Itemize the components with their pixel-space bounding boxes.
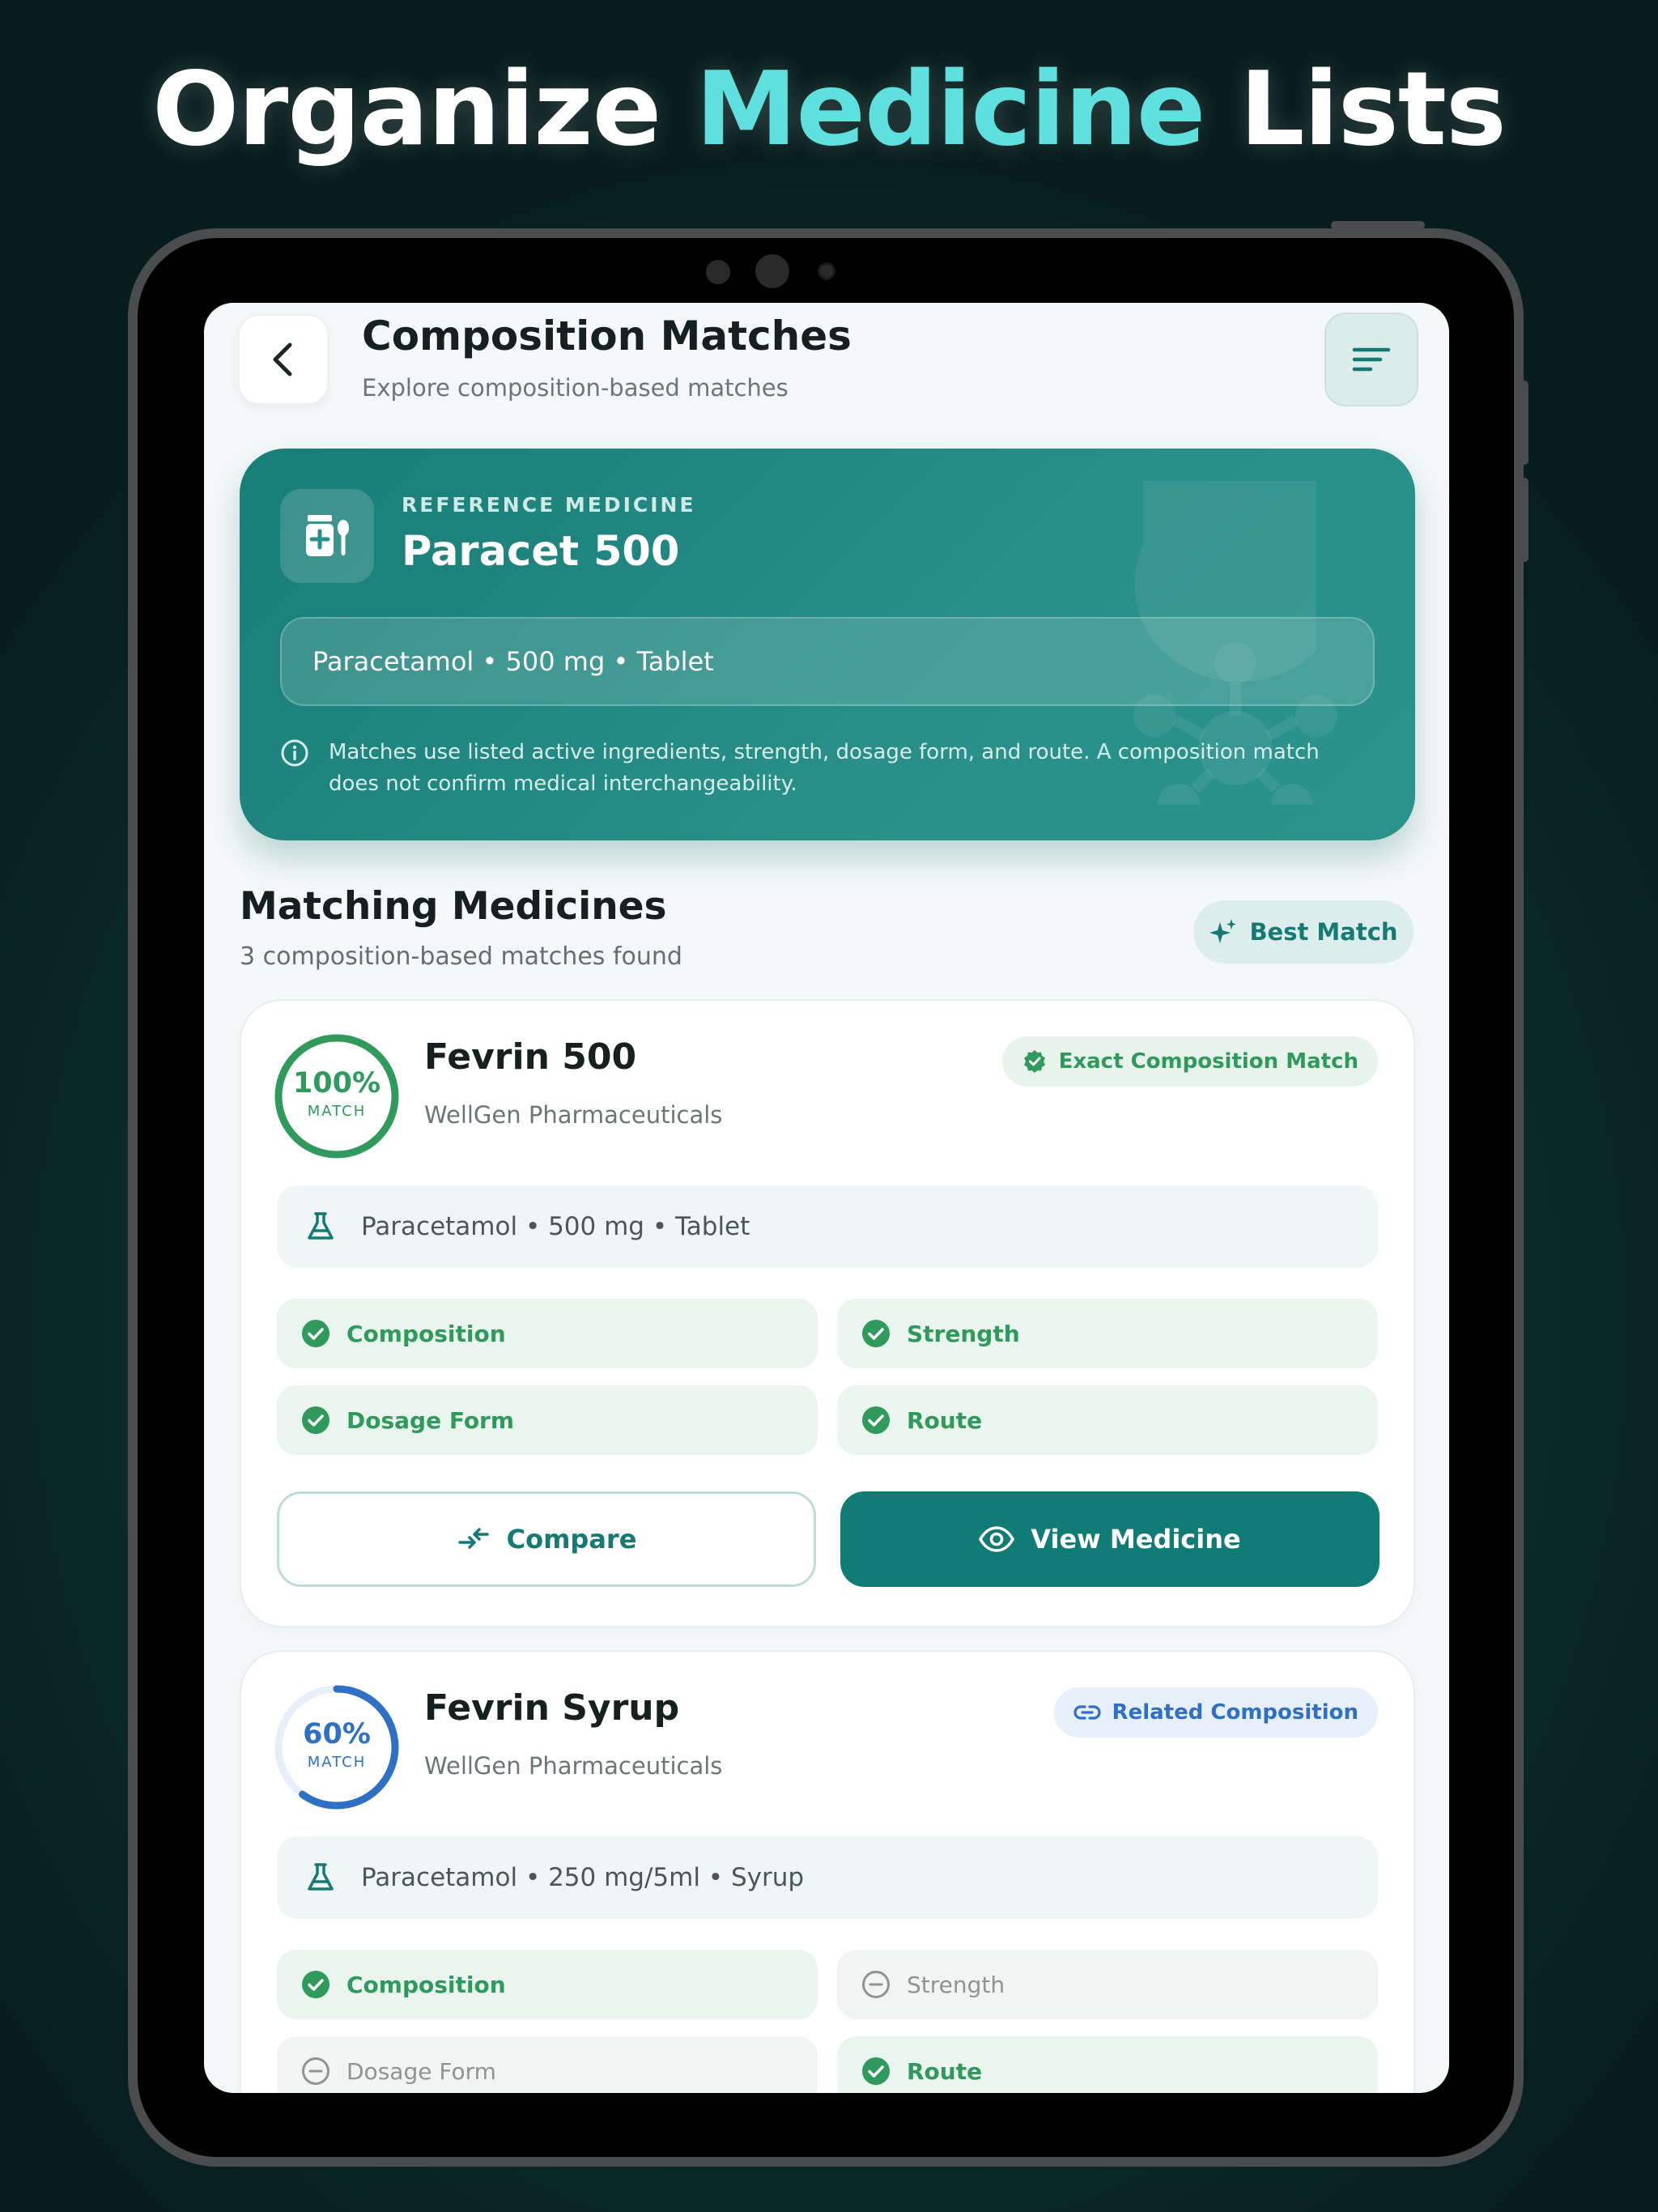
reference-label: REFERENCE MEDICINE [402,493,696,517]
filter-button[interactable] [1324,313,1418,406]
flask-icon [308,1212,334,1240]
verified-badge-icon [1023,1050,1045,1073]
power-button [1331,221,1425,229]
criteria-chip: Strength [837,1299,1378,1368]
criteria-chip: Dosage Form [277,1385,818,1455]
medicine-manufacturer: WellGen Pharmaceuticals [424,1752,723,1780]
reference-composition: Paracetamol • 500 mg • Tablet [280,617,1375,706]
composition-text: Paracetamol • 250 mg/5ml • Syrup [361,1863,805,1892]
criteria-chip: Dosage Form [277,2036,818,2093]
match-percent: 100% [292,1067,381,1100]
criteria-chip: Route [837,1385,1378,1455]
check-circle-icon [302,1320,329,1347]
filter-lines-icon [1352,347,1391,372]
match-card: 60% MATCH Fevrin Syrup WellGen Pharmaceu… [240,1650,1415,2093]
criteria-chip: Route [837,2036,1378,2093]
info-icon [281,739,308,767]
composition-row: Paracetamol • 500 mg • Tablet [277,1185,1378,1268]
match-card: 100% MATCH Fevrin 500 WellGen Pharmaceut… [240,999,1415,1627]
medicine-manufacturer: WellGen Pharmaceuticals [424,1101,723,1129]
criteria-label: Composition [346,1320,506,1347]
criteria-label: Strength [907,1320,1020,1347]
check-circle-icon [302,1971,329,1998]
volume-down-button [1520,478,1528,562]
badge-label: Exact Composition Match [1058,1049,1358,1074]
check-circle-icon [302,1406,329,1434]
back-button[interactable] [238,314,329,405]
medicine-bottle-icon [306,515,349,556]
compare-button[interactable]: Compare [277,1491,816,1587]
composition-text: Paracetamol • 500 mg • Tablet [361,1212,750,1241]
medicine-name: Fevrin 500 [424,1036,637,1078]
match-percent: 60% [303,1718,371,1750]
related-composition-badge: Related Composition [1053,1687,1378,1738]
match-percent-label: MATCH [307,1103,367,1120]
volume-up-button [1520,381,1528,465]
sparkle-icon [1209,919,1237,943]
criteria-label: Dosage Form [346,2057,496,2085]
compare-label: Compare [506,1524,637,1555]
link-icon [1073,1705,1101,1720]
composition-row: Paracetamol • 250 mg/5ml • Syrup [277,1836,1378,1919]
criteria-chip: Composition [277,1950,818,2019]
compare-arrows-icon [457,1528,489,1549]
sensor-dot-small [818,262,835,280]
exact-match-badge: Exact Composition Match [1001,1036,1378,1087]
promo-headline: Organize Medicine Lists [0,49,1658,170]
app-screen: Composition Matches Explore composition-… [204,303,1449,2093]
eye-icon [979,1526,1015,1552]
check-circle-icon [862,2057,890,2085]
chevron-left-icon [273,342,292,376]
headline-accent: Medicine [695,49,1205,168]
headline-text-1: Organize [152,49,696,168]
badge-label: Related Composition [1112,1700,1358,1725]
criteria-label: Route [907,1406,983,1434]
reference-disclaimer: Matches use listed active ingredients, s… [329,740,1320,796]
match-percent-label: MATCH [307,1754,367,1771]
criteria-chip: Strength [837,1950,1378,2019]
flask-icon [308,1863,334,1891]
criteria-chip: Composition [277,1299,818,1368]
criteria-label: Dosage Form [346,1406,515,1434]
page-subtitle: Explore composition-based matches [362,374,789,402]
sensor-dot [706,260,730,284]
headline-text-2: Lists [1205,49,1507,168]
reference-card: REFERENCE MEDICINE Paracet 500 Paracetam… [240,449,1415,840]
page-title: Composition Matches [362,313,852,359]
section-subtitle: 3 composition-based matches found [240,942,682,971]
best-match-button[interactable]: Best Match [1193,900,1414,963]
view-medicine-button[interactable]: View Medicine [840,1491,1380,1587]
section-title: Matching Medicines [240,884,667,929]
criteria-label: Strength [907,1971,1005,1998]
criteria-label: Route [907,2057,983,2085]
minus-circle-icon [302,2057,329,2085]
camera-lens [755,254,789,288]
minus-circle-icon [862,1971,890,1998]
check-circle-icon [862,1406,890,1434]
best-match-label: Best Match [1249,918,1398,946]
criteria-label: Composition [346,1971,506,1998]
medicine-name: Fevrin Syrup [424,1687,680,1729]
reference-name: Paracet 500 [402,528,680,576]
medicine-bottle-icon-box [280,489,374,583]
view-medicine-label: View Medicine [1031,1524,1241,1555]
check-circle-icon [862,1320,890,1347]
